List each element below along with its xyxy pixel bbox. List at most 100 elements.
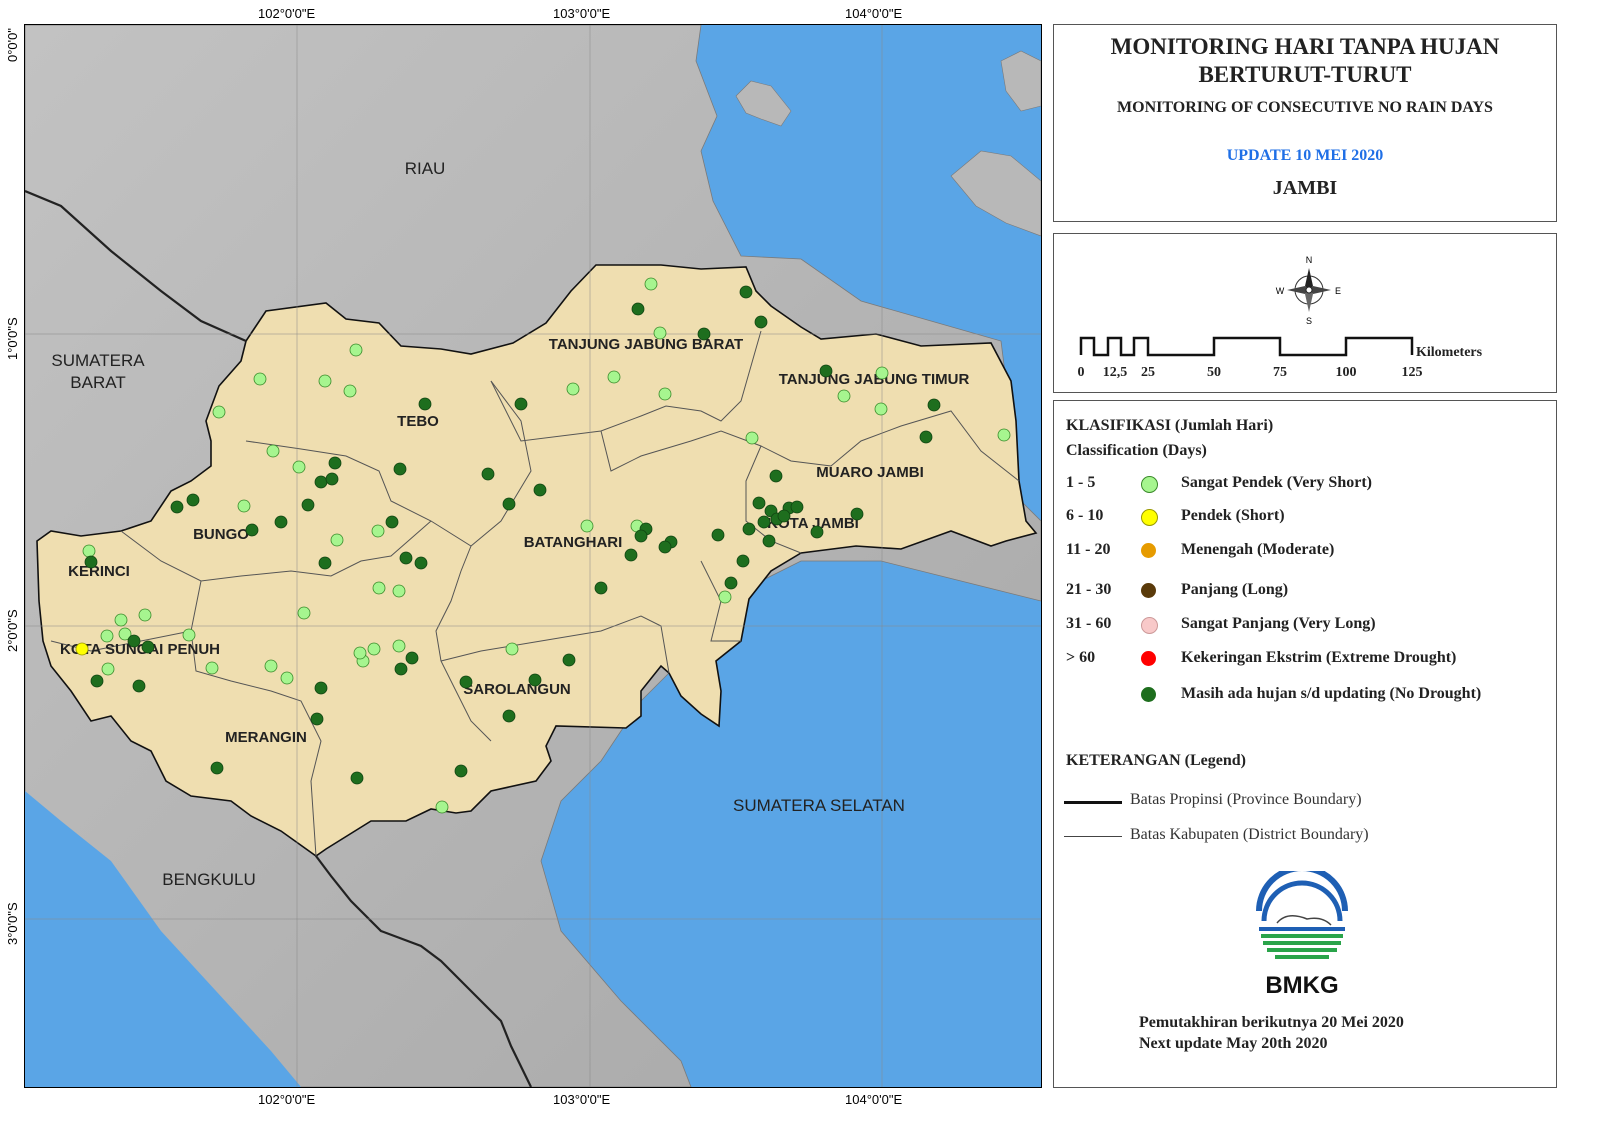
station-no-drought[interactable]: [84, 555, 98, 569]
station-very-short[interactable]: [505, 642, 519, 656]
station-no-drought[interactable]: [301, 498, 315, 512]
station-no-drought[interactable]: [850, 507, 864, 521]
station-very-short[interactable]: [392, 639, 406, 653]
station-very-short[interactable]: [330, 533, 344, 547]
station-no-drought[interactable]: [790, 500, 804, 514]
station-very-short[interactable]: [566, 382, 580, 396]
station-no-drought[interactable]: [314, 681, 328, 695]
station-no-drought[interactable]: [170, 500, 184, 514]
station-no-drought[interactable]: [245, 523, 259, 537]
station-very-short[interactable]: [297, 606, 311, 620]
station-no-drought[interactable]: [724, 576, 738, 590]
station-very-short[interactable]: [318, 374, 332, 388]
station-very-short[interactable]: [371, 524, 385, 538]
station-very-short[interactable]: [837, 389, 851, 403]
station-very-short[interactable]: [182, 628, 196, 642]
station-no-drought[interactable]: [394, 662, 408, 676]
station-very-short[interactable]: [353, 646, 367, 660]
station-no-drought[interactable]: [697, 327, 711, 341]
station-no-drought[interactable]: [405, 651, 419, 665]
station-very-short[interactable]: [101, 662, 115, 676]
station-no-drought[interactable]: [481, 467, 495, 481]
station-very-short[interactable]: [392, 584, 406, 598]
station-no-drought[interactable]: [318, 556, 332, 570]
station-no-drought[interactable]: [325, 472, 339, 486]
station-no-drought[interactable]: [310, 712, 324, 726]
station-very-short[interactable]: [264, 659, 278, 673]
station-very-short[interactable]: [658, 387, 672, 401]
station-no-drought[interactable]: [328, 456, 342, 470]
station-very-short[interactable]: [718, 590, 732, 604]
station-no-drought[interactable]: [514, 397, 528, 411]
station-very-short[interactable]: [607, 370, 621, 384]
station-very-short[interactable]: [114, 613, 128, 627]
station-no-drought[interactable]: [399, 551, 413, 565]
station-very-short[interactable]: [138, 608, 152, 622]
station-no-drought[interactable]: [757, 515, 771, 529]
station-very-short[interactable]: [205, 661, 219, 675]
station-no-drought[interactable]: [777, 509, 791, 523]
station-very-short[interactable]: [644, 277, 658, 291]
station-no-drought[interactable]: [127, 634, 141, 648]
station-no-drought[interactable]: [631, 302, 645, 316]
station-no-drought[interactable]: [393, 462, 407, 476]
station-no-drought[interactable]: [739, 285, 753, 299]
station-very-short[interactable]: [435, 800, 449, 814]
station-very-short[interactable]: [82, 544, 96, 558]
station-very-short[interactable]: [745, 431, 759, 445]
station-short[interactable]: [75, 642, 89, 656]
station-no-drought[interactable]: [927, 398, 941, 412]
station-very-short[interactable]: [875, 366, 889, 380]
station-no-drought[interactable]: [742, 522, 756, 536]
station-no-drought[interactable]: [210, 761, 224, 775]
station-no-drought[interactable]: [810, 525, 824, 539]
station-no-drought[interactable]: [502, 709, 516, 723]
station-no-drought[interactable]: [736, 554, 750, 568]
station-no-drought[interactable]: [752, 496, 766, 510]
station-no-drought[interactable]: [274, 515, 288, 529]
station-very-short[interactable]: [580, 519, 594, 533]
station-very-short[interactable]: [997, 428, 1011, 442]
station-no-drought[interactable]: [528, 673, 542, 687]
station-no-drought[interactable]: [562, 653, 576, 667]
station-no-drought[interactable]: [454, 764, 468, 778]
station-no-drought[interactable]: [350, 771, 364, 785]
station-no-drought[interactable]: [533, 483, 547, 497]
station-no-drought[interactable]: [141, 640, 155, 654]
station-no-drought[interactable]: [594, 581, 608, 595]
label-tebo: TEBO: [397, 413, 439, 430]
station-no-drought[interactable]: [132, 679, 146, 693]
station-no-drought[interactable]: [754, 315, 768, 329]
station-no-drought[interactable]: [414, 556, 428, 570]
station-very-short[interactable]: [100, 629, 114, 643]
station-very-short[interactable]: [372, 581, 386, 595]
station-very-short[interactable]: [343, 384, 357, 398]
station-very-short[interactable]: [874, 402, 888, 416]
class-label: Masih ada hujan s/d updating (No Drought…: [1181, 685, 1482, 702]
station-no-drought[interactable]: [418, 397, 432, 411]
station-no-drought[interactable]: [90, 674, 104, 688]
station-no-drought[interactable]: [502, 497, 516, 511]
station-very-short[interactable]: [367, 642, 381, 656]
station-very-short[interactable]: [349, 343, 363, 357]
station-no-drought[interactable]: [624, 548, 638, 562]
station-no-drought[interactable]: [762, 534, 776, 548]
station-no-drought[interactable]: [385, 515, 399, 529]
station-very-short[interactable]: [212, 405, 226, 419]
station-no-drought[interactable]: [919, 430, 933, 444]
station-very-short[interactable]: [280, 671, 294, 685]
station-no-drought[interactable]: [658, 540, 672, 554]
station-no-drought[interactable]: [314, 475, 328, 489]
station-very-short[interactable]: [292, 460, 306, 474]
map-canvas[interactable]: RIAU SUMATERA BARAT BENGKULU SUMATERA SE…: [25, 25, 1041, 1087]
station-no-drought[interactable]: [186, 493, 200, 507]
station-very-short[interactable]: [237, 499, 251, 513]
station-no-drought[interactable]: [819, 364, 833, 378]
station-no-drought[interactable]: [711, 528, 725, 542]
station-no-drought[interactable]: [769, 469, 783, 483]
station-no-drought[interactable]: [459, 675, 473, 689]
station-very-short[interactable]: [266, 444, 280, 458]
station-very-short[interactable]: [253, 372, 267, 386]
station-no-drought[interactable]: [634, 529, 648, 543]
station-very-short[interactable]: [653, 326, 667, 340]
